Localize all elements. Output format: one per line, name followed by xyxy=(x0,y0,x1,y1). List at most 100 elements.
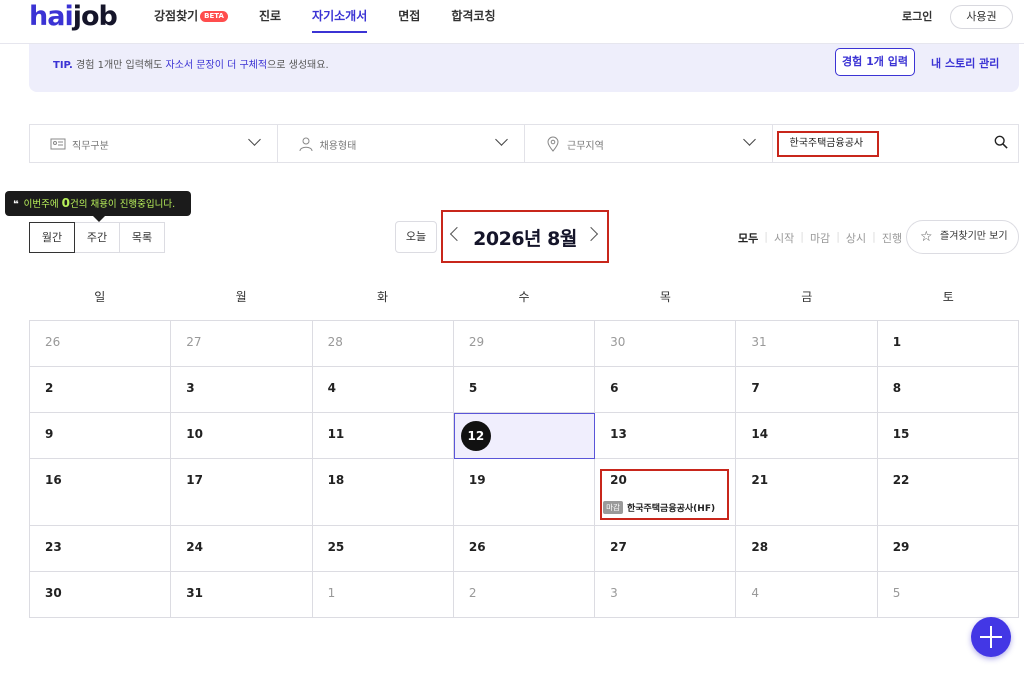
chevron-down-icon xyxy=(247,133,261,146)
calendar-day[interactable]: 31 xyxy=(736,321,878,367)
status-always[interactable]: 상시 xyxy=(846,230,866,246)
calendar-day[interactable]: 2 xyxy=(30,367,172,413)
calendar-day[interactable]: 9 xyxy=(30,413,172,459)
calendar-day[interactable]: 28 xyxy=(736,526,878,572)
id-card-icon xyxy=(50,138,66,150)
calendar-day[interactable]: 15 xyxy=(877,413,1019,459)
calendar-day[interactable]: 13 xyxy=(595,413,737,459)
nav-coaching[interactable]: 합격코칭 xyxy=(451,0,495,33)
job-category-dropdown[interactable]: 직무구분 xyxy=(30,125,278,162)
quote-icon: ❝ xyxy=(13,199,19,210)
highlight-box xyxy=(600,469,730,520)
calendar-day[interactable]: 26 xyxy=(453,526,596,572)
search-icon[interactable] xyxy=(994,135,1008,149)
weekday-label: 금 xyxy=(801,290,813,304)
calendar-day[interactable]: 1 xyxy=(877,321,1019,367)
calendar-day[interactable]: 14 xyxy=(736,413,878,459)
login-link[interactable]: 로그인 xyxy=(902,8,932,24)
favorites-only-button[interactable]: ☆ 즐겨찾기만 보기 xyxy=(906,220,1019,254)
calendar-day[interactable]: 25 xyxy=(312,526,454,572)
weekday-label: 화 xyxy=(377,290,389,304)
status-all[interactable]: 모두 xyxy=(738,230,758,246)
calendar-week: 26 27 28 29 30 31 1 xyxy=(30,321,1019,367)
month-title: 2026년 8월 xyxy=(473,228,577,250)
calendar-day[interactable]: 5 xyxy=(877,572,1019,618)
calendar-week: 30 31 1 2 3 4 5 xyxy=(30,572,1019,618)
calendar-week: 2 3 4 5 6 7 8 xyxy=(30,367,1019,413)
calendar-day[interactable]: 27 xyxy=(171,321,313,367)
calendar-day[interactable]: 30 xyxy=(595,321,737,367)
nav-career[interactable]: 진로 xyxy=(259,0,281,33)
calendar-day[interactable]: 19 xyxy=(453,459,596,526)
calendar-day[interactable]: 30 xyxy=(30,572,172,618)
month-navigator: 2026년 8월 xyxy=(441,210,609,263)
search-input[interactable]: 한국주택금융공사 xyxy=(776,131,879,157)
calendar-day[interactable]: 4 xyxy=(312,367,454,413)
tab-list[interactable]: 목록 xyxy=(119,222,165,253)
weekday-label: 월 xyxy=(235,290,247,304)
weekday-label: 목 xyxy=(659,290,671,304)
tip-text: TIP. 경험 1개만 입력해도 자소서 문장이 더 구체적으로 생성돼요. xyxy=(53,60,329,71)
weekday-label: 일 xyxy=(94,290,106,304)
calendar-day[interactable]: 28 xyxy=(312,321,454,367)
calendar-day-today[interactable]: 12 xyxy=(453,413,596,459)
tip-banner: TIP. 경험 1개만 입력해도 자소서 문장이 더 구체적으로 생성돼요. 경… xyxy=(29,44,1019,92)
calendar-day[interactable]: 2 xyxy=(453,572,596,618)
tab-weekly[interactable]: 주간 xyxy=(74,222,120,253)
person-icon xyxy=(299,137,312,152)
nav-strength-finder[interactable]: 강점찾기 BETA xyxy=(154,0,228,33)
enter-experience-button[interactable]: 경험 1개 입력 xyxy=(835,48,915,76)
calendar-day[interactable]: 11 xyxy=(312,413,454,459)
calendar-grid: 26 27 28 29 30 31 1 2 3 4 5 6 7 8 9 10 1… xyxy=(29,320,1019,618)
calendar-day[interactable]: 7 xyxy=(736,367,878,413)
calendar-day[interactable]: 24 xyxy=(171,526,313,572)
tab-monthly[interactable]: 월간 xyxy=(29,222,75,253)
calendar-day[interactable]: 23 xyxy=(30,526,172,572)
calendar-day[interactable]: 31 xyxy=(171,572,313,618)
calendar-day[interactable]: 6 xyxy=(595,367,737,413)
add-fab-button[interactable] xyxy=(971,617,1011,657)
calendar-day[interactable]: 29 xyxy=(877,526,1019,572)
beta-badge: BETA xyxy=(200,11,228,22)
top-header: haijob 강점찾기 BETA 진로 자기소개서 면접 합격코칭 로그인 사용권 xyxy=(0,0,1024,44)
voucher-button[interactable]: 사용권 xyxy=(950,5,1013,29)
calendar-day[interactable]: 3 xyxy=(171,367,313,413)
status-start[interactable]: 시작 xyxy=(774,230,794,246)
calendar-week: 9 10 11 12 13 14 15 xyxy=(30,413,1019,459)
calendar-day[interactable]: 20 마감 한국주택금융공사(HF) xyxy=(595,459,737,526)
weekday-label: 수 xyxy=(518,290,530,304)
calendar-day[interactable]: 8 xyxy=(877,367,1019,413)
divider: | xyxy=(764,230,768,243)
calendar-day[interactable]: 22 xyxy=(877,459,1019,526)
location-dropdown[interactable]: 근무지역 xyxy=(525,125,773,162)
calendar-day[interactable]: 21 xyxy=(736,459,878,526)
calendar-week: 16 17 18 19 20 마감 한국주택금융공사(HF) 21 22 xyxy=(30,459,1019,526)
weekday-header: 일 월 화 수 목 금 토 xyxy=(29,282,1019,312)
today-button[interactable]: 오늘 xyxy=(395,221,437,253)
filter-bar: 직무구분 채용형태 근무지역 한국주택금융공사 xyxy=(29,124,1019,163)
nav-cover-letter[interactable]: 자기소개서 xyxy=(312,0,368,33)
calendar-day[interactable]: 29 xyxy=(453,321,596,367)
calendar-day[interactable]: 1 xyxy=(312,572,454,618)
logo[interactable]: haijob xyxy=(29,1,118,32)
calendar-day[interactable]: 16 xyxy=(30,459,172,526)
calendar-day[interactable]: 3 xyxy=(595,572,737,618)
chevron-down-icon xyxy=(495,133,508,146)
calendar-day[interactable]: 18 xyxy=(312,459,454,526)
calendar-day[interactable]: 5 xyxy=(453,367,596,413)
calendar-day[interactable]: 4 xyxy=(736,572,878,618)
status-deadline[interactable]: 마감 xyxy=(810,230,830,246)
chevron-down-icon xyxy=(742,133,756,146)
today-marker: 12 xyxy=(460,421,491,451)
calendar-day[interactable]: 10 xyxy=(171,413,313,459)
star-icon: ☆ xyxy=(920,229,933,245)
calendar-day[interactable]: 27 xyxy=(595,526,737,572)
status-ongoing[interactable]: 진행 xyxy=(882,230,902,246)
calendar-day[interactable]: 26 xyxy=(30,321,172,367)
view-tabs: 월간 주간 목록 xyxy=(29,222,165,253)
calendar-day[interactable]: 17 xyxy=(171,459,313,526)
employment-type-dropdown[interactable]: 채용형태 xyxy=(278,125,525,162)
divider: | xyxy=(872,230,876,243)
nav-interview[interactable]: 면접 xyxy=(398,0,420,33)
manage-story-link[interactable]: 내 스토리 관리 xyxy=(931,55,999,71)
